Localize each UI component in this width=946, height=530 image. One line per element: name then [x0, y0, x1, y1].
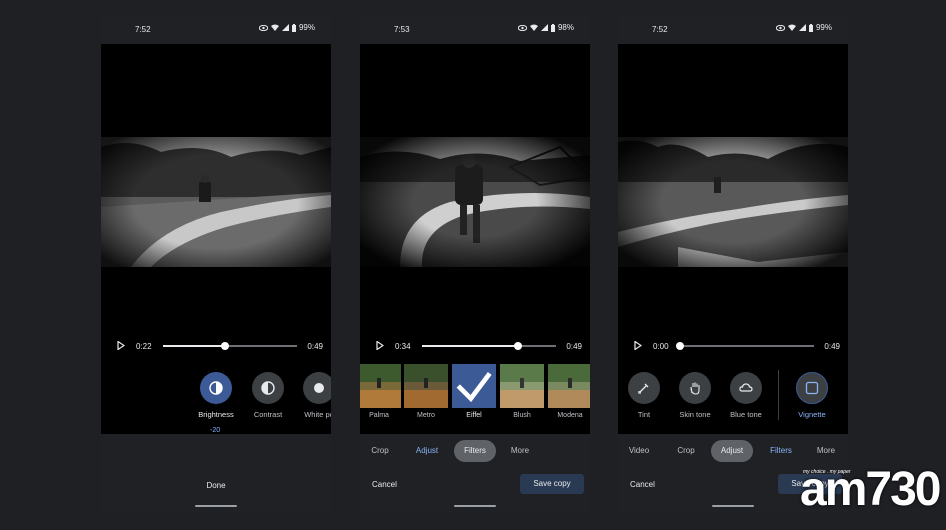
filter-metro[interactable]: Metro	[404, 364, 448, 419]
video-frame	[618, 137, 848, 267]
duration: 0:49	[824, 342, 840, 351]
phone-screen-adjust: 7:52 99% 0:00 0:49 Tint Skin tone Blue t…	[618, 14, 848, 512]
tool-brightness[interactable]: Brightness	[186, 372, 246, 419]
seek-fill	[163, 345, 225, 347]
home-indicator	[712, 505, 754, 507]
filter-thumbnail	[360, 364, 401, 408]
video-scrubber[interactable]: 0:22 0:49	[101, 338, 331, 354]
tab-adjust[interactable]: Adjust	[711, 440, 753, 462]
tool-label: Blue tone	[730, 410, 762, 419]
wifi-icon	[270, 24, 279, 31]
filter-palma[interactable]: Palma	[360, 364, 401, 419]
hand-icon	[679, 372, 711, 404]
contrast-icon	[252, 372, 284, 404]
tool-label: Tint	[637, 410, 651, 419]
status-time: 7:52	[652, 25, 668, 34]
video-frame	[101, 137, 331, 267]
duration: 0:49	[307, 342, 323, 351]
seek-fill	[422, 345, 519, 347]
vignette-icon	[796, 372, 828, 404]
battery-percent: 98%	[557, 23, 574, 32]
home-indicator	[195, 505, 237, 507]
bottom-panel: Done	[101, 434, 331, 512]
tool-vignette[interactable]: Vignette	[782, 372, 842, 419]
battery-icon	[550, 23, 555, 32]
phone-screen-filters: 7:53 98% 0:34 0:49 Palma Metro Eiffel Bl…	[360, 14, 590, 512]
eye-icon	[517, 24, 527, 31]
play-icon[interactable]	[117, 341, 125, 350]
eye-icon	[775, 24, 785, 31]
duration: 0:49	[566, 342, 582, 351]
play-icon[interactable]	[634, 341, 642, 350]
signal-icon	[540, 24, 548, 31]
tab-filters[interactable]: Filters	[454, 440, 496, 462]
battery-icon	[291, 23, 296, 32]
battery-icon	[808, 23, 813, 32]
status-bar: 7:52 99%	[618, 14, 848, 44]
tool-white-point[interactable]: White po	[289, 372, 331, 419]
status-time: 7:53	[394, 25, 410, 34]
tab-adjust[interactable]: Adjust	[410, 440, 444, 462]
status-time: 7:52	[135, 25, 151, 34]
seek-handle[interactable]	[220, 342, 229, 350]
tool-blue-tone[interactable]: Blue tone	[716, 372, 776, 419]
filter-blush[interactable]: Blush	[500, 364, 544, 419]
dropper-icon	[628, 372, 660, 404]
logo-tagline: my choice . my paper	[803, 469, 851, 475]
eye-icon	[258, 24, 268, 31]
home-indicator	[454, 505, 496, 507]
video-scrubber[interactable]: 0:00 0:49	[618, 338, 848, 354]
video-scrubber[interactable]: 0:34 0:49	[360, 338, 590, 354]
seek-track[interactable]	[676, 342, 814, 350]
wifi-icon	[529, 24, 538, 31]
tool-label: Contrast	[253, 410, 283, 419]
watermark-logo: am730 my choice . my paper	[800, 458, 941, 518]
tool-label: Skin tone	[679, 410, 711, 419]
filter-thumbnail	[500, 364, 544, 408]
tab-crop[interactable]: Crop	[366, 440, 394, 462]
done-button[interactable]: Done	[101, 481, 331, 490]
current-time: 0:34	[395, 342, 411, 351]
seek-handle[interactable]	[514, 342, 523, 350]
tool-label: Vignette	[798, 410, 826, 419]
brightness-icon	[200, 372, 232, 404]
seek-handle[interactable]	[676, 342, 684, 350]
status-bar: 7:53 98%	[360, 14, 590, 44]
seek-track[interactable]	[163, 342, 297, 350]
editor-tabs: Crop Adjust Filters More	[360, 440, 590, 464]
filter-thumbnail	[404, 364, 448, 408]
tab-crop[interactable]: Crop	[672, 440, 700, 462]
video-frame	[360, 137, 590, 267]
battery-percent: 99%	[298, 23, 315, 32]
tool-label: White po	[304, 410, 331, 419]
check-icon	[452, 364, 496, 408]
filter-strip: Palma Metro Eiffel Blush Modena	[360, 364, 590, 424]
tab-filters[interactable]: Filters	[764, 440, 798, 462]
tab-more[interactable]: More	[506, 440, 534, 462]
filter-eiffel[interactable]: Eiffel	[452, 364, 496, 419]
save-copy-button[interactable]: Save copy	[520, 474, 584, 494]
signal-icon	[798, 24, 806, 31]
cancel-button[interactable]: Cancel	[372, 480, 397, 489]
tool-divider	[778, 370, 779, 420]
tool-label: Brightness	[198, 410, 234, 419]
tab-video[interactable]: Video	[624, 440, 654, 462]
battery-percent: 99%	[815, 23, 832, 32]
play-icon[interactable]	[376, 341, 384, 350]
filter-modena[interactable]: Modena	[548, 364, 590, 419]
slider-value: -20	[210, 427, 221, 434]
signal-icon	[281, 24, 289, 31]
status-bar: 7:52 99%	[101, 14, 331, 44]
cloud-icon	[730, 372, 762, 404]
seek-track[interactable]	[422, 342, 556, 350]
current-time: 0:00	[653, 342, 669, 351]
cancel-button[interactable]: Cancel	[630, 480, 655, 489]
phone-screen-brightness: 7:52 99% 0:22 0:49 Brightness Contrast W…	[101, 14, 331, 512]
white-point-icon	[303, 372, 331, 404]
bottom-panel: Crop Adjust Filters More Cancel Save cop…	[360, 434, 590, 512]
filter-thumbnail	[548, 364, 590, 408]
current-time: 0:22	[136, 342, 152, 351]
wifi-icon	[787, 24, 796, 31]
